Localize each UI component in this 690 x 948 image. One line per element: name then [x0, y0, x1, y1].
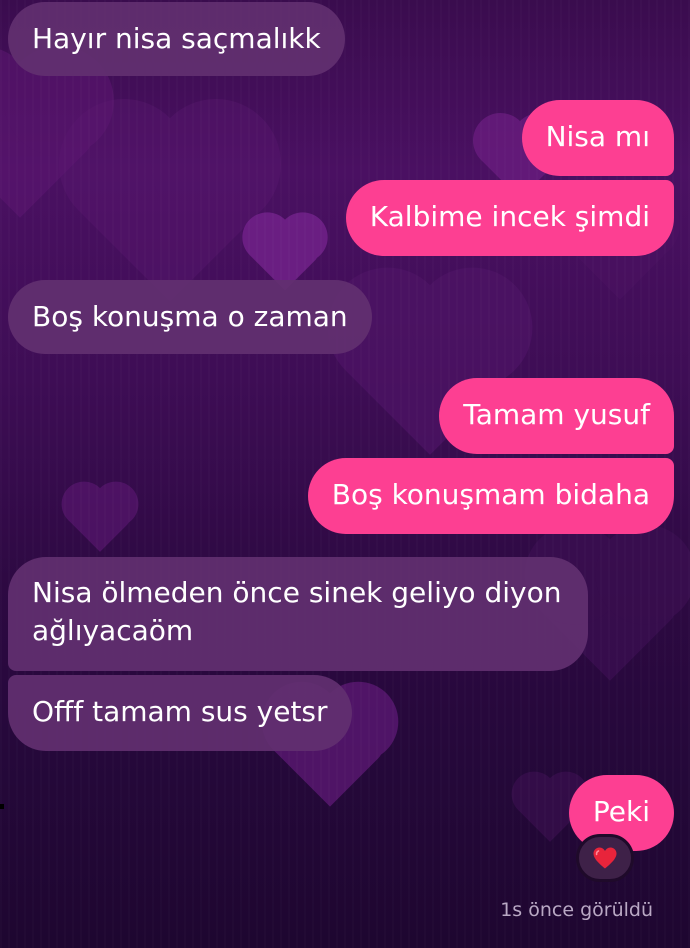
message-incoming[interactable]: Nisa ölmeden önce sinek geliyo diyon ağl…	[8, 557, 588, 671]
message-outgoing[interactable]: Nisa mı	[521, 100, 674, 176]
message-reaction[interactable]	[576, 834, 634, 882]
message-incoming[interactable]: Offf tamam sus yetsr	[8, 675, 352, 751]
message-incoming[interactable]: Boş konuşma o zaman	[8, 280, 372, 354]
message-incoming[interactable]: Hayır nisa saçmalıkk	[8, 2, 345, 76]
message-outgoing[interactable]: Boş konuşmam bidaha	[307, 458, 674, 534]
edge-dot	[0, 804, 4, 809]
red-heart-icon	[593, 847, 617, 869]
message-outgoing[interactable]: Tamam yusuf	[439, 378, 674, 454]
message-outgoing[interactable]: Kalbime incek şimdi	[345, 180, 674, 256]
seen-status: 1s önce görüldü	[500, 899, 653, 921]
